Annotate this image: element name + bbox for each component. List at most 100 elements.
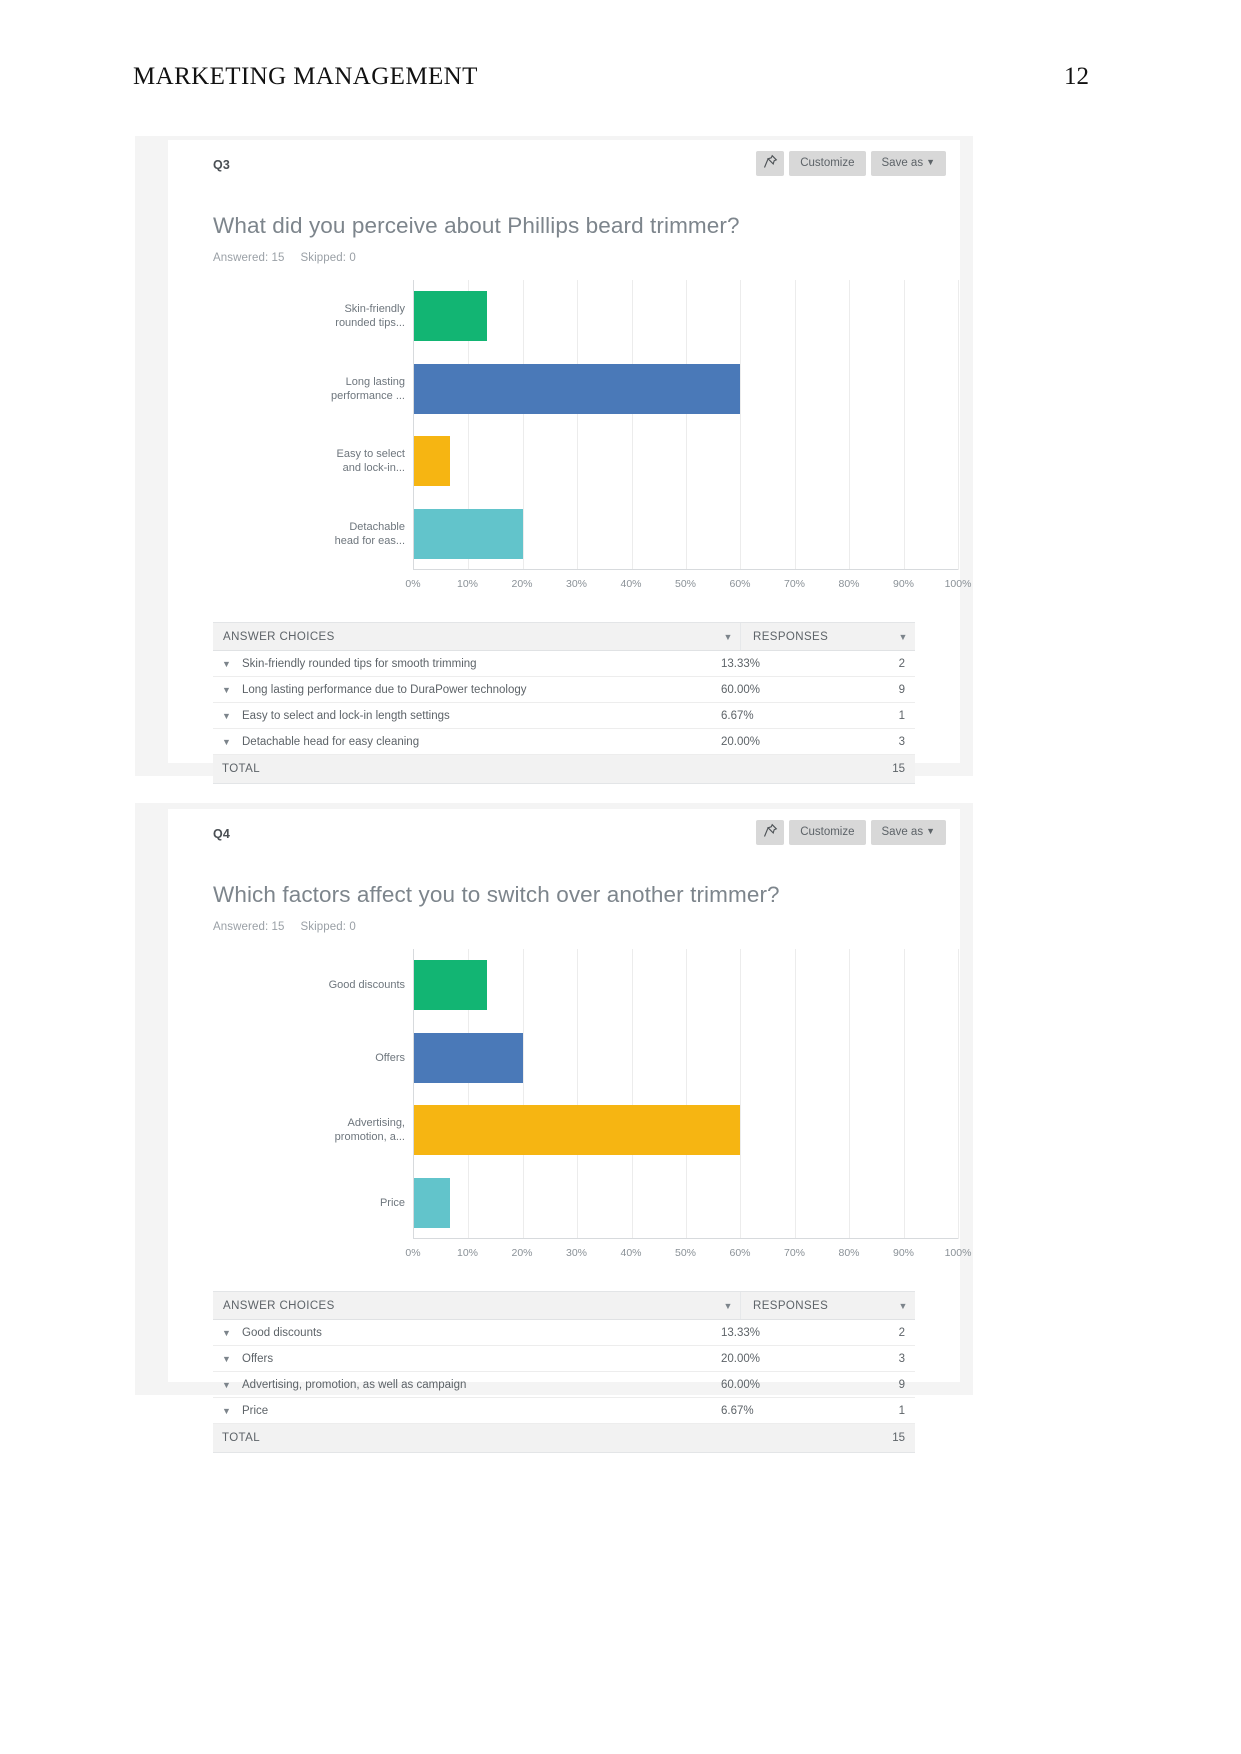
cell-response-percent: 13.33% [721, 657, 761, 670]
chart-bar-row: Price [380, 1167, 958, 1240]
table-total-row: TOTAL 15 [213, 755, 915, 783]
column-header-responses: RESPONSES [753, 1299, 829, 1312]
cell-answer-choice: ▼ Price [213, 1405, 709, 1417]
card-header: Q4 Customize Save as ▼ [168, 809, 960, 865]
save-as-button[interactable]: Save as ▼ [870, 820, 946, 845]
x-axis: 0% 10% 20% 30% 40% 50% 60% 70% 80% 90% 100% [405, 578, 971, 596]
expand-row-icon[interactable]: ▼ [222, 1328, 242, 1338]
table-row: ▼ Offers 20.00% 3 [213, 1346, 915, 1372]
chart-bar[interactable] [414, 436, 451, 486]
answer-choice-text: Advertising, promotion, as well as campa… [242, 1378, 467, 1391]
chart-bar-row: Long lasting performance ... [331, 353, 958, 426]
x-axis-tick-label: 70% [783, 578, 806, 590]
total-label: TOTAL [222, 763, 260, 775]
cell-response-percent: 20.00% [721, 1352, 761, 1365]
x-axis-tick-label: 40% [620, 1247, 642, 1259]
chart-bar[interactable] [414, 1105, 741, 1155]
x-axis-tick-label: 80% [838, 1247, 860, 1259]
skipped-count: Skipped: 0 [300, 252, 356, 264]
document-header: MARKETING MANAGEMENT 12 [0, 0, 1241, 120]
x-axis: 0% 10% 20% 30% 40% 50% 60% 70% 80% 90% 100% [405, 1247, 971, 1265]
column-header-answer-choices: ANSWER CHOICES [223, 630, 335, 643]
cell-answer-choice: ▼ Easy to select and lock-in length setti… [213, 710, 709, 722]
sort-choices-icon[interactable]: ▼ [716, 632, 740, 642]
table-header-row: ANSWER CHOICES ▼ RESPONSES ▼ [213, 1292, 915, 1320]
chart-bar[interactable] [414, 363, 741, 414]
total-count: 15 [892, 1432, 905, 1444]
cell-response-count: 1 [898, 709, 905, 722]
cell-response-percent: 20.00% [721, 735, 761, 748]
sort-responses-icon[interactable]: ▼ [891, 1301, 915, 1311]
skipped-count: Skipped: 0 [300, 921, 356, 933]
card-body: Q3 Customize Save as ▼ What did you perce… [168, 140, 971, 784]
chart-bar-row: Offers [375, 1022, 958, 1095]
chart-category-label: Easy to select and lock-in... [336, 448, 405, 475]
x-axis-tick-label: 60% [729, 1247, 751, 1259]
chart-category-label: Good discounts [328, 979, 405, 992]
x-axis-tick-label: 20% [511, 578, 533, 590]
table-total-row: TOTAL 15 [213, 1424, 915, 1452]
customize-button[interactable]: Customize [789, 151, 866, 176]
cell-response-percent: 60.00% [721, 683, 761, 696]
sort-responses-icon[interactable]: ▼ [891, 632, 915, 642]
card-actions: Customize Save as ▼ [756, 820, 946, 845]
pin-icon [763, 155, 778, 169]
chart-bar-row: Good discounts [329, 949, 958, 1022]
customize-button[interactable]: Customize [789, 820, 866, 845]
cell-response-count: 9 [898, 683, 905, 696]
x-axis-tick-label: 0% [405, 578, 421, 590]
question-text: Which factors affect you to switch over … [213, 882, 780, 907]
pin-icon [763, 824, 778, 838]
x-axis-tick-label: 90% [892, 1247, 915, 1259]
cell-answer-choice: ▼ Advertising, promotion, as well as camp… [213, 1379, 709, 1391]
expand-row-icon[interactable]: ▼ [222, 1406, 242, 1416]
expand-row-icon[interactable]: ▼ [222, 737, 242, 747]
chart-bar-row: Advertising, promotion, a... [335, 1094, 958, 1167]
x-axis-tick-label: 10% [456, 1247, 479, 1259]
x-axis-tick-label: 50% [674, 1247, 697, 1259]
chevron-down-icon: ▼ [926, 157, 935, 167]
pin-button[interactable] [756, 820, 785, 845]
answer-choice-text: Long lasting performance due to DuraPowe… [242, 683, 527, 696]
question-text: What did you perceive about Phillips bea… [213, 213, 740, 238]
chart-bar[interactable] [414, 960, 487, 1010]
cell-response-count: 3 [898, 1352, 905, 1365]
answer-choices-table-q3: ANSWER CHOICES ▼ RESPONSES ▼ ▼ Skin-friendly … [213, 622, 915, 784]
expand-row-icon[interactable]: ▼ [222, 685, 242, 695]
chart-gridline [958, 280, 959, 570]
expand-row-icon[interactable]: ▼ [222, 1354, 242, 1364]
chart-bar[interactable] [414, 1032, 523, 1083]
save-as-button[interactable]: Save as ▼ [870, 151, 946, 176]
answered-count: Answered: 15 [213, 252, 285, 264]
expand-row-icon[interactable]: ▼ [222, 711, 242, 721]
chart-plot-area: Good discounts Offers Advertising, promoti… [329, 949, 959, 1240]
chart-bar[interactable] [414, 1177, 451, 1228]
answer-choice-text: Price [242, 1404, 269, 1417]
chart-bar-row: Easy to select and lock-in... [337, 425, 958, 498]
cell-response-percent: 13.33% [721, 1326, 761, 1339]
column-header-responses: RESPONSES [753, 630, 829, 643]
cell-response-percent: 60.00% [721, 1378, 761, 1391]
table-row: ▼ Price 6.67% 1 [213, 1398, 915, 1424]
chart-bar[interactable] [414, 291, 487, 341]
table-row: ▼ Skin-friendly rounded tips for smooth t… [213, 651, 915, 677]
question-number: Q3 [213, 158, 231, 172]
bar-chart-q4: Good discounts Offers Advertising, promoti… [213, 949, 971, 1269]
column-header-answer-choices: ANSWER CHOICES [223, 1299, 335, 1312]
chart-bar-row: Skin-friendly rounded tips... [335, 280, 958, 353]
cell-response-count: 2 [898, 1326, 905, 1339]
chart-category-label: Detachable head for eas... [334, 520, 405, 547]
answer-choice-text: Skin-friendly rounded tips for smooth tr… [242, 657, 477, 670]
x-axis-tick-label: 80% [838, 578, 860, 590]
chart-category-label: Long lasting performance ... [331, 375, 405, 402]
sort-choices-icon[interactable]: ▼ [716, 1301, 740, 1311]
expand-row-icon[interactable]: ▼ [222, 1380, 242, 1390]
chart-bar[interactable] [414, 508, 523, 559]
pin-button[interactable] [756, 151, 785, 176]
total-label: TOTAL [222, 1432, 260, 1444]
chart-category-label: Price [379, 1196, 405, 1209]
table-header-row: ANSWER CHOICES ▼ RESPONSES ▼ [213, 623, 915, 651]
cell-response-percent: 6.67% [721, 709, 754, 722]
expand-row-icon[interactable]: ▼ [222, 659, 242, 669]
card-actions: Customize Save as ▼ [756, 151, 946, 176]
